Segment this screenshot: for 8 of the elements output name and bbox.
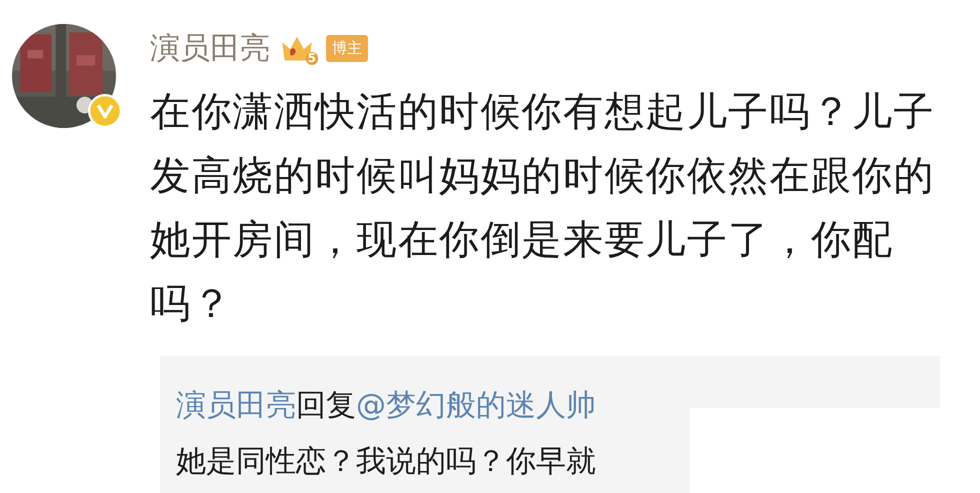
- reply-text: 她是同性恋？我说的吗？你早就: [176, 444, 596, 479]
- author-name[interactable]: 演员田亮: [150, 28, 270, 68]
- reply-verb: 回复: [296, 388, 356, 423]
- role-badge: 博主: [326, 34, 368, 62]
- rank-number: 5: [306, 52, 318, 65]
- reply-author[interactable]: 演员田亮: [176, 388, 296, 423]
- comment-text: 在你潇洒快活的时候你有想起儿子吗？儿子发高烧的时候叫妈妈的时候你依然在跟你的她开房间，现在你倒是来要儿子了，你配吗？: [150, 88, 936, 329]
- mention-link[interactable]: @梦幻般的迷人帅: [356, 388, 596, 423]
